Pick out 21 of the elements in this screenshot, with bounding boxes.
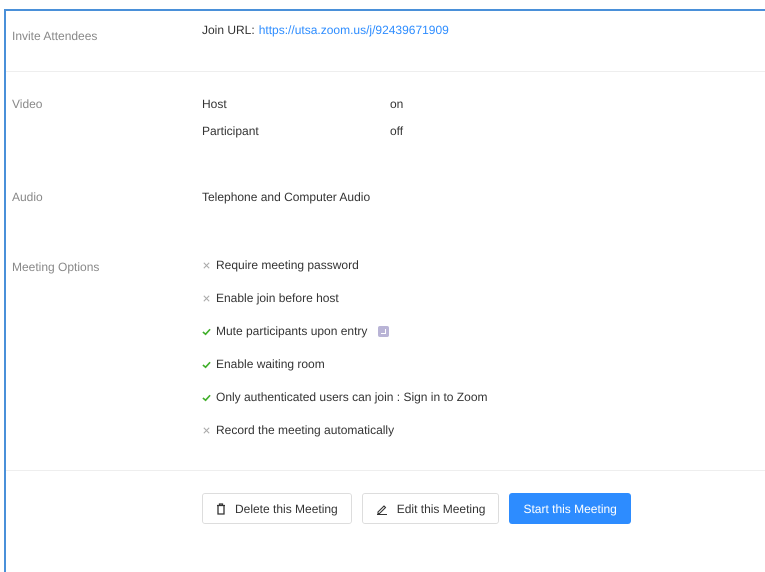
audio-value: Telephone and Computer Audio: [202, 189, 370, 206]
option-text: Only authenticated users can join : Sign in to Zoom: [216, 389, 488, 406]
option-text: Record the meeting automatically: [216, 422, 394, 439]
section-label: Video: [11, 96, 44, 113]
pencil-icon: [376, 502, 388, 514]
section-label: Meeting Options: [11, 259, 100, 276]
option-text: Require meeting password: [216, 257, 359, 274]
info-badge-icon[interactable]: [378, 326, 390, 336]
section-label: Invite Attendees: [11, 28, 98, 45]
option-text: Mute participants upon entry: [216, 323, 368, 340]
option-text: Enable join before host: [216, 290, 339, 307]
edit-meeting-button[interactable]: Edit this Meeting: [362, 493, 500, 524]
trash-icon: [216, 502, 226, 514]
setting-name: Participant: [202, 123, 260, 140]
setting-value: on: [390, 96, 404, 113]
option-text: Enable waiting room: [216, 356, 325, 373]
setting-name: Host: [202, 96, 228, 113]
delete-meeting-button[interactable]: Delete this Meeting: [202, 493, 352, 524]
join-url-label: Join URL:: [202, 22, 255, 39]
section-label: Audio: [11, 189, 44, 206]
setting-value: off: [390, 123, 404, 140]
